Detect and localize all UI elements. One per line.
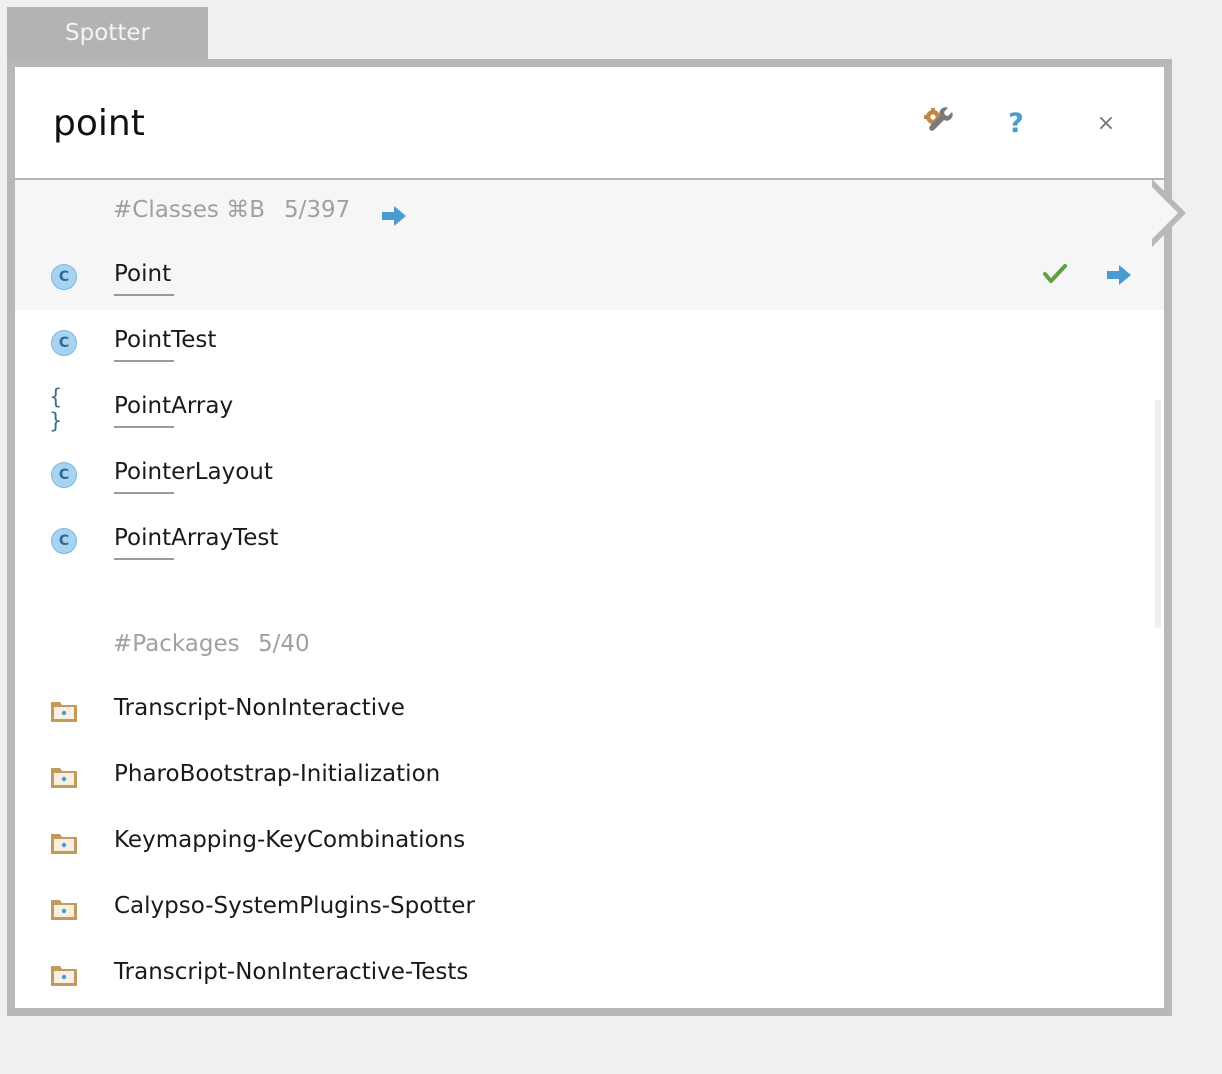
list-item[interactable]: PharoBootstrap-Initialization (15, 744, 1164, 810)
dive-in-arrow-icon[interactable] (381, 205, 407, 227)
match-underline (114, 294, 174, 296)
group-count-classes: 5/397 (284, 197, 351, 223)
list-item[interactable]: C Point (15, 244, 1164, 310)
list-item[interactable]: C PointTest (15, 310, 1164, 376)
list-item[interactable]: Transcript-NonInteractive (15, 678, 1164, 744)
class-icon: C (49, 460, 79, 490)
group-header-classes[interactable]: #Classes ⌘B 5/397 (15, 180, 1164, 244)
match-underline (114, 360, 174, 362)
match-underline (114, 426, 174, 428)
wrench-gear-icon (924, 107, 953, 131)
check-icon[interactable] (1043, 263, 1067, 285)
match-underline (114, 558, 174, 560)
package-folder-icon (49, 894, 79, 924)
package-folder-icon (49, 762, 79, 792)
class-icon: C (49, 328, 79, 358)
list-item[interactable]: Keymapping-KeyCombinations (15, 810, 1164, 876)
match-underline (114, 492, 174, 494)
spotter-window-tab[interactable]: Spotter (7, 7, 208, 60)
item-label: PointArray (114, 393, 234, 419)
settings-button[interactable] (919, 103, 959, 143)
item-label: Point (114, 261, 172, 287)
package-folder-icon (49, 828, 79, 858)
help-button[interactable]: ? (996, 103, 1036, 143)
close-button[interactable]: × (1086, 103, 1126, 143)
class-icon: C (49, 526, 79, 556)
spotter-window: ? × #Classes ⌘B 5/397 C Point (15, 67, 1164, 1008)
item-label: PointTest (114, 327, 217, 353)
item-label: Calypso-SystemPlugins-Spotter (114, 893, 475, 919)
class-icon: C (49, 262, 79, 292)
help-icon: ? (1008, 107, 1024, 139)
search-input[interactable] (53, 95, 873, 151)
list-item[interactable]: { } PointArray (15, 376, 1164, 442)
item-label: PointArrayTest (114, 525, 279, 551)
item-label: Keymapping-KeyCombinations (114, 827, 466, 853)
item-label: PharoBootstrap-Initialization (114, 761, 441, 787)
group-title-classes: #Classes ⌘B (113, 197, 266, 223)
trait-icon: { } (49, 385, 68, 433)
group-title-packages: #Packages (113, 631, 240, 657)
package-folder-icon (49, 696, 79, 726)
package-folder-icon (49, 960, 79, 990)
item-label: Transcript-NonInteractive (114, 695, 405, 721)
item-label: PointerLayout (114, 459, 273, 485)
list-item[interactable]: Transcript-NonInteractive-Tests (15, 942, 1164, 1008)
search-bar: ? × (15, 67, 1164, 178)
item-label: Transcript-NonInteractive-Tests (114, 959, 469, 985)
scrollbar[interactable] (1155, 400, 1161, 628)
group-count-packages: 5/40 (258, 631, 310, 657)
preview-pointer (1152, 179, 1186, 247)
list-item[interactable]: C PointerLayout (15, 442, 1164, 508)
list-item[interactable]: Calypso-SystemPlugins-Spotter (15, 876, 1164, 942)
close-icon: × (1096, 110, 1116, 136)
dive-in-arrow-icon[interactable] (1106, 264, 1132, 286)
group-header-packages[interactable]: #Packages 5/40 (15, 614, 1164, 678)
list-item[interactable]: C PointArrayTest (15, 508, 1164, 574)
results-list: #Classes ⌘B 5/397 C Point C PointTest { … (15, 180, 1164, 1008)
